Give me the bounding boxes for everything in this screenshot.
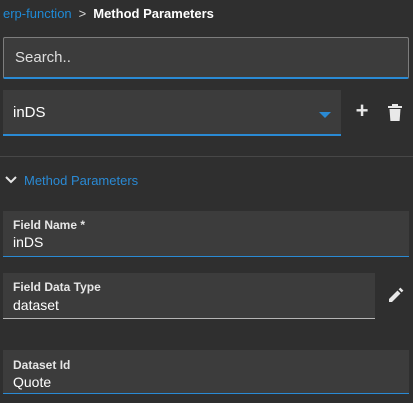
search-input[interactable] bbox=[4, 38, 408, 77]
section-divider bbox=[0, 156, 413, 157]
plus-icon: + bbox=[355, 98, 369, 123]
breadcrumb-separator: > bbox=[78, 5, 87, 21]
add-button[interactable]: + bbox=[351, 100, 373, 122]
edit-data-type-button[interactable] bbox=[386, 285, 406, 305]
pencil-icon bbox=[389, 287, 404, 302]
trash-icon bbox=[388, 103, 402, 121]
caret-down-icon bbox=[319, 112, 331, 118]
method-parameters-section-toggle[interactable]: Method Parameters bbox=[3, 170, 138, 190]
section-title: Method Parameters bbox=[24, 172, 139, 188]
field-data-type-label: Field Data Type bbox=[13, 280, 101, 294]
field-name-field[interactable]: Field Name * inDS bbox=[3, 211, 409, 257]
dataset-select[interactable]: inDS bbox=[3, 90, 341, 136]
field-name-value: inDS bbox=[13, 234, 44, 250]
breadcrumb-link-erp-function[interactable]: erp-function bbox=[3, 6, 72, 21]
field-data-type-field[interactable]: Field Data Type dataset bbox=[3, 273, 375, 319]
field-data-type-value: dataset bbox=[13, 297, 59, 313]
chevron-down-icon bbox=[5, 176, 17, 184]
method-parameters-panel: erp-function > Method Parameters inDS + … bbox=[0, 0, 413, 403]
breadcrumb-current: Method Parameters bbox=[93, 5, 214, 21]
dataset-id-label: Dataset Id bbox=[13, 358, 71, 372]
dataset-select-value: inDS bbox=[13, 104, 46, 121]
dataset-id-field[interactable]: Dataset Id Quote bbox=[3, 350, 409, 394]
breadcrumb: erp-function > Method Parameters bbox=[3, 4, 214, 22]
delete-button[interactable] bbox=[385, 102, 405, 122]
field-name-label: Field Name * bbox=[13, 218, 86, 232]
dataset-id-value: Quote bbox=[13, 374, 52, 390]
search-box bbox=[3, 37, 409, 79]
